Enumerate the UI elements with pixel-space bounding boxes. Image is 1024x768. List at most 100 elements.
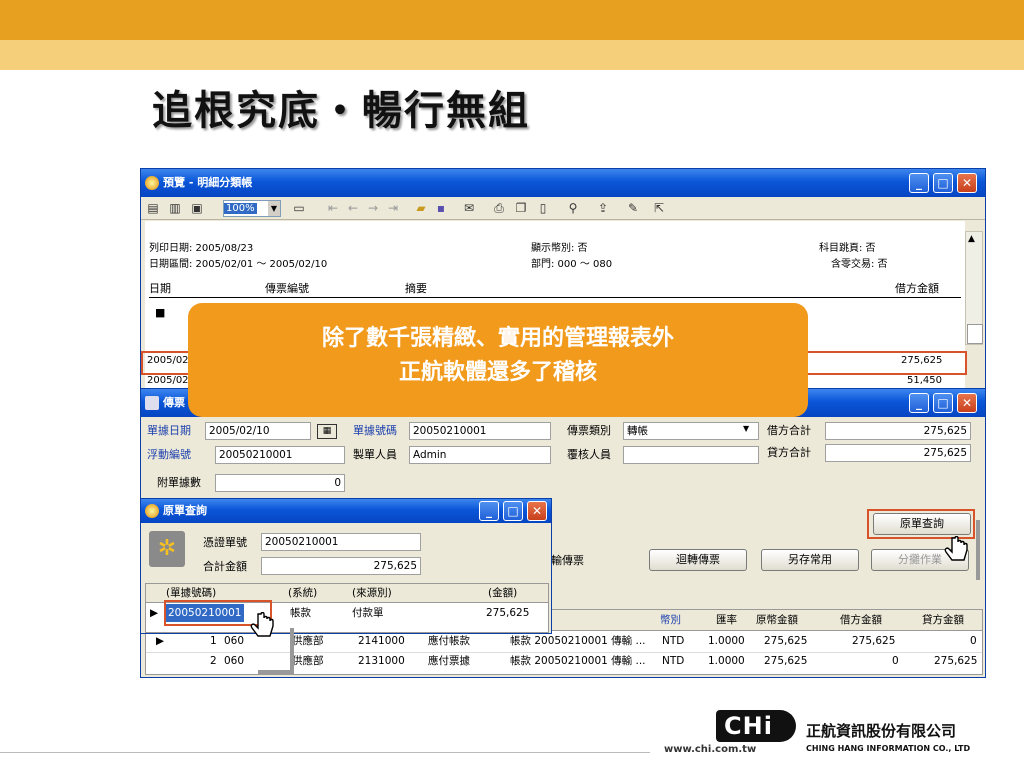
row-orig-amt: 275,625	[764, 635, 808, 647]
row-no: 1	[210, 635, 217, 647]
export-icon[interactable]: ⇪	[595, 200, 611, 216]
grid-header-currency: 幣別	[660, 614, 681, 626]
reverse-button[interactable]: 迴轉傳票	[649, 549, 747, 571]
bullet-marker: ■	[155, 306, 166, 319]
chevron-down-icon[interactable]: ▼	[743, 424, 749, 433]
row-amount: 275,625	[486, 607, 530, 619]
row-dept: 供應部	[292, 635, 324, 647]
row-summary: 帳款 20050210001 傳輸 ...	[510, 635, 646, 647]
attach-label: 附單據數	[157, 476, 201, 489]
row-debit: 275,625	[852, 635, 896, 647]
zoom-select[interactable]: 100% ▼	[223, 200, 281, 217]
close-button[interactable]: ✕	[527, 501, 547, 521]
app-icon	[145, 504, 159, 518]
last-page-icon[interactable]: ⇥	[385, 200, 401, 216]
debit-total-field: 275,625	[825, 422, 971, 440]
callout-bubble: 除了數千張精緻、實用的管理報表外 正航軟體還多了稽核	[188, 303, 808, 417]
subject-page-flag: 科目跳頁: 否	[819, 243, 876, 254]
maximize-button[interactable]: □	[933, 173, 953, 193]
total-field: 275,625	[261, 557, 421, 575]
page-view-icon[interactable]: ▤	[145, 200, 161, 216]
reviewer-field[interactable]	[623, 446, 759, 464]
maker-label: 製單人員	[353, 448, 397, 461]
preview-toolbar: ▤ ▥ ▣ 100% ▼ ▭ ⇤ ← → ⇥ ▰ ▪ ✉ ⎙ ❐ ▯ ⚲ ⇪ ✎…	[141, 197, 985, 220]
orig-query-highlight	[867, 509, 975, 539]
edit-icon[interactable]: ✎	[625, 200, 641, 216]
row-acct: 2131000	[358, 655, 405, 667]
col-debit: 借方金額	[895, 282, 939, 295]
doc-no-field[interactable]: 20050210001	[409, 422, 551, 440]
debit-total-label: 借方合計	[767, 424, 811, 437]
maker-field[interactable]: Admin	[409, 446, 551, 464]
col-voucher: 傳票編號	[265, 282, 309, 295]
copy-icon[interactable]: ❐	[513, 200, 529, 216]
first-page-icon[interactable]: ⇤	[325, 200, 341, 216]
row-source: 付款單	[352, 607, 384, 619]
thumbnail-icon[interactable]: ▣	[189, 200, 205, 216]
maximize-button[interactable]: □	[503, 501, 523, 521]
find-icon[interactable]: ⚲	[565, 200, 581, 216]
row-currency: NTD	[662, 655, 685, 667]
close-button[interactable]: ✕	[957, 393, 977, 413]
hand-cursor-icon	[250, 612, 274, 637]
top-band-light	[0, 40, 1024, 70]
page-icon[interactable]: ▯	[535, 200, 551, 216]
save-icon[interactable]: ▪	[433, 200, 449, 216]
type-select[interactable]: 轉帳	[623, 422, 759, 440]
row-acct-name: 應付票據	[428, 655, 470, 667]
row-currency: NTD	[662, 635, 685, 647]
scroll-thumb[interactable]	[967, 324, 983, 344]
prev-page-icon[interactable]: ←	[345, 200, 361, 216]
float-no-field[interactable]: 20050210001	[215, 446, 345, 464]
close-button[interactable]: ✕	[957, 173, 977, 193]
grid-header-rate: 匯率	[716, 614, 737, 626]
doc-date-field[interactable]: 2005/02/10	[205, 422, 311, 440]
app-icon	[145, 176, 159, 190]
column-header-row: 日期 傳票編號 摘要 借方金額	[149, 281, 961, 298]
total-label: 合計金額	[203, 560, 247, 573]
mail-icon[interactable]: ✉	[461, 200, 477, 216]
logo-text: CHi	[724, 712, 773, 740]
transfer-label: 輸傳票	[551, 554, 584, 567]
maximize-button[interactable]: □	[933, 393, 953, 413]
print-icon[interactable]: ⎙	[491, 200, 507, 216]
two-page-icon[interactable]: ▥	[167, 200, 183, 216]
company-url: www.chi.com.tw	[664, 744, 757, 755]
row-pointer-icon: ▶	[156, 635, 165, 647]
row-no: 2	[210, 655, 217, 667]
company-logo: CHi	[716, 710, 796, 744]
gear-icon: ✲	[149, 531, 185, 567]
chevron-down-icon: ▼	[268, 201, 280, 216]
row-debit: 51,450	[907, 375, 942, 386]
float-no-label: 浮動編號	[147, 448, 191, 461]
row-code: 060	[224, 635, 245, 647]
col-source: (來源別)	[352, 587, 392, 599]
grid-header-orig-amt: 原幣金額	[756, 614, 798, 626]
zero-txn-flag: 含零交易: 否	[831, 259, 888, 270]
attach-field[interactable]: 0	[215, 474, 345, 492]
minimize-button[interactable]: _	[909, 173, 929, 193]
exit-icon[interactable]: ⇱	[651, 200, 667, 216]
row-credit: 0	[970, 635, 977, 647]
scroll-up-icon[interactable]: ▲	[968, 234, 975, 244]
preview-titlebar: 預覽 - 明細分類帳	[141, 169, 985, 197]
footer-divider	[0, 752, 650, 753]
voucher-no-field[interactable]: 20050210001	[261, 533, 421, 551]
row-orig-amt: 275,625	[764, 655, 808, 667]
row-debit: 0	[892, 655, 899, 667]
dept-range: 部門: 000 ～ 080	[531, 259, 613, 270]
minimize-button[interactable]: _	[909, 393, 929, 413]
fit-icon[interactable]: ▭	[291, 200, 307, 216]
hand-cursor-icon	[944, 536, 968, 561]
open-folder-icon[interactable]: ▰	[413, 200, 429, 216]
row-acct-name: 應付帳款	[428, 635, 470, 647]
col-summary: 摘要	[405, 282, 427, 295]
save-common-button[interactable]: 另存常用	[761, 549, 859, 571]
next-page-icon[interactable]: →	[365, 200, 381, 216]
calendar-icon[interactable]: ▦	[317, 424, 337, 439]
print-date: 列印日期: 2005/08/23	[149, 243, 254, 254]
col-date: 日期	[149, 282, 171, 295]
vertical-scrollbar[interactable]: ▲	[965, 231, 983, 345]
row-summary: 帳款 20050210001 傳輸 ...	[510, 655, 646, 667]
minimize-button[interactable]: _	[479, 501, 499, 521]
